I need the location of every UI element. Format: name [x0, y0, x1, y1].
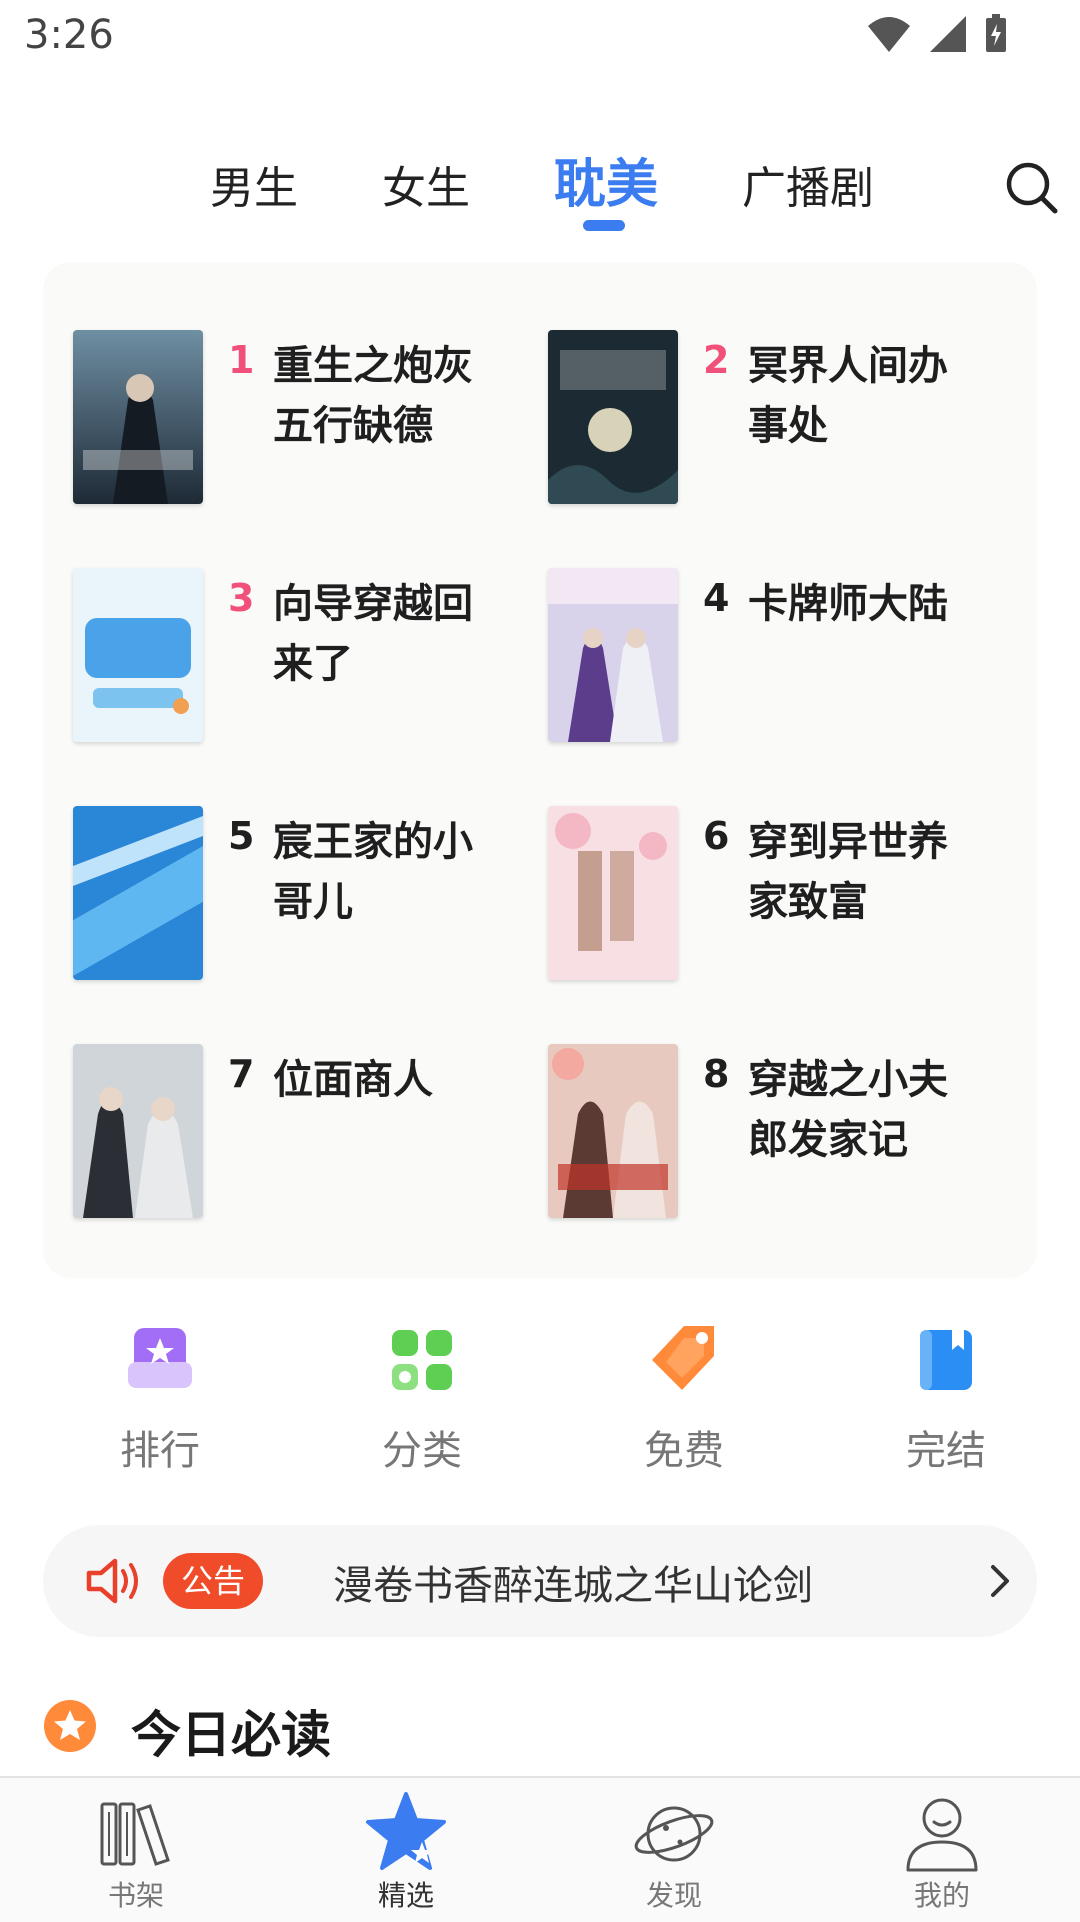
tab-radio-drama[interactable]: 广播剧 — [742, 152, 874, 216]
ranking-icon — [120, 1320, 200, 1400]
status-bar: 3:26 — [0, 0, 1080, 74]
tab-female[interactable]: 女生 — [382, 152, 470, 216]
rank-number: 2 — [703, 338, 730, 382]
book-cover — [73, 806, 203, 980]
star-badge-icon — [44, 1700, 96, 1752]
quick-nav-free[interactable]: 免费 — [594, 1320, 774, 1476]
bottom-nav-discover[interactable]: 发现 — [594, 1790, 754, 1914]
bottom-nav-profile[interactable]: 我的 — [862, 1790, 1022, 1914]
book-title: 宸王家的小哥儿 — [273, 819, 473, 925]
featured-star-icon — [364, 1790, 448, 1874]
tab-male[interactable]: 男生 — [210, 152, 298, 216]
finished-book-icon — [906, 1320, 986, 1400]
book-item[interactable]: 1 重生之炮灰五行缺德 — [73, 330, 543, 510]
book-item[interactable]: 8 穿越之小夫郎发家记 — [548, 1044, 1018, 1224]
rank-number: 4 — [703, 576, 730, 620]
book-item[interactable]: 2 冥界人间办事处 — [548, 330, 1018, 510]
book-title: 重生之炮灰五行缺德 — [273, 343, 473, 449]
planet-icon — [632, 1790, 716, 1874]
status-time: 3:26 — [24, 12, 114, 58]
category-icon — [382, 1320, 462, 1400]
bookshelf-icon — [94, 1790, 178, 1874]
bottom-nav-label: 精选 — [377, 1879, 434, 1912]
book-cover — [548, 1044, 678, 1218]
quick-nav-label: 完结 — [906, 1428, 986, 1474]
search-icon — [1006, 162, 1058, 214]
book-item[interactable]: 5 宸王家的小哥儿 — [73, 806, 543, 986]
notice-badge: 公告 — [163, 1553, 263, 1609]
quick-nav-label: 免费 — [644, 1428, 724, 1474]
rank-number: 8 — [703, 1052, 730, 1096]
bottom-nav: 书架 精选 发现 我的 — [0, 1776, 1080, 1922]
speaker-icon — [86, 1558, 138, 1604]
book-cover — [73, 568, 203, 742]
book-item[interactable]: 4 卡牌师大陆 — [548, 568, 1018, 748]
quick-nav-category[interactable]: 分类 — [332, 1320, 512, 1476]
top-tabs: 男生 女生 耽美 广播剧 — [0, 130, 1080, 240]
book-item[interactable]: 6 穿到异世养家致富 — [548, 806, 1018, 986]
bottom-nav-featured[interactable]: 精选 — [326, 1790, 486, 1914]
free-tag-icon — [644, 1320, 724, 1400]
quick-nav-label: 排行 — [120, 1428, 200, 1474]
signal-icon — [930, 16, 966, 52]
search-button[interactable] — [1004, 160, 1060, 216]
book-title: 卡牌师大陆 — [748, 581, 948, 627]
bottom-nav-label: 书架 — [107, 1879, 164, 1912]
book-title: 冥界人间办事处 — [748, 343, 948, 449]
section-title: 今日必读 — [131, 1706, 331, 1764]
rank-number: 6 — [703, 814, 730, 858]
book-cover — [548, 806, 678, 980]
book-title: 向导穿越回来了 — [273, 581, 473, 687]
profile-icon — [900, 1790, 984, 1874]
book-item[interactable]: 7 位面商人 — [73, 1044, 543, 1224]
quick-nav: 排行 分类 免费 完结 — [0, 1320, 1080, 1474]
rank-number: 5 — [228, 814, 255, 858]
book-item[interactable]: 3 向导穿越回来了 — [73, 568, 543, 748]
bottom-nav-label: 我的 — [913, 1879, 970, 1912]
notice-bar[interactable]: 公告 漫卷书香醉连城之华山论剑 — [43, 1525, 1037, 1637]
bottom-nav-bookshelf[interactable]: 书架 — [56, 1790, 216, 1914]
active-tab-indicator — [583, 220, 625, 231]
quick-nav-ranking[interactable]: 排行 — [70, 1320, 250, 1476]
rank-number: 3 — [228, 576, 255, 620]
book-cover — [548, 330, 678, 504]
book-title: 穿到异世养家致富 — [748, 819, 948, 925]
quick-nav-label: 分类 — [382, 1428, 462, 1474]
tab-danmei[interactable]: 耽美 — [554, 142, 658, 217]
notice-text: 漫卷书香醉连城之华山论剑 — [333, 1563, 813, 1609]
book-cover — [73, 1044, 203, 1218]
rank-number: 1 — [228, 338, 255, 382]
book-title: 穿越之小夫郎发家记 — [748, 1057, 948, 1163]
ranking-card: 1 重生之炮灰五行缺德 2 冥界人间办事处 3 向导穿越回来了 4 卡牌师大陆 … — [43, 262, 1037, 1278]
bottom-nav-label: 发现 — [645, 1879, 702, 1912]
status-icons — [866, 14, 1008, 54]
chevron-right-icon — [991, 1565, 1009, 1597]
book-cover — [548, 568, 678, 742]
book-cover — [73, 330, 203, 504]
quick-nav-finished[interactable]: 完结 — [856, 1320, 1036, 1476]
wifi-icon — [868, 17, 910, 52]
battery-icon — [986, 14, 1006, 52]
book-title: 位面商人 — [273, 1057, 433, 1103]
rank-number: 7 — [228, 1052, 255, 1096]
